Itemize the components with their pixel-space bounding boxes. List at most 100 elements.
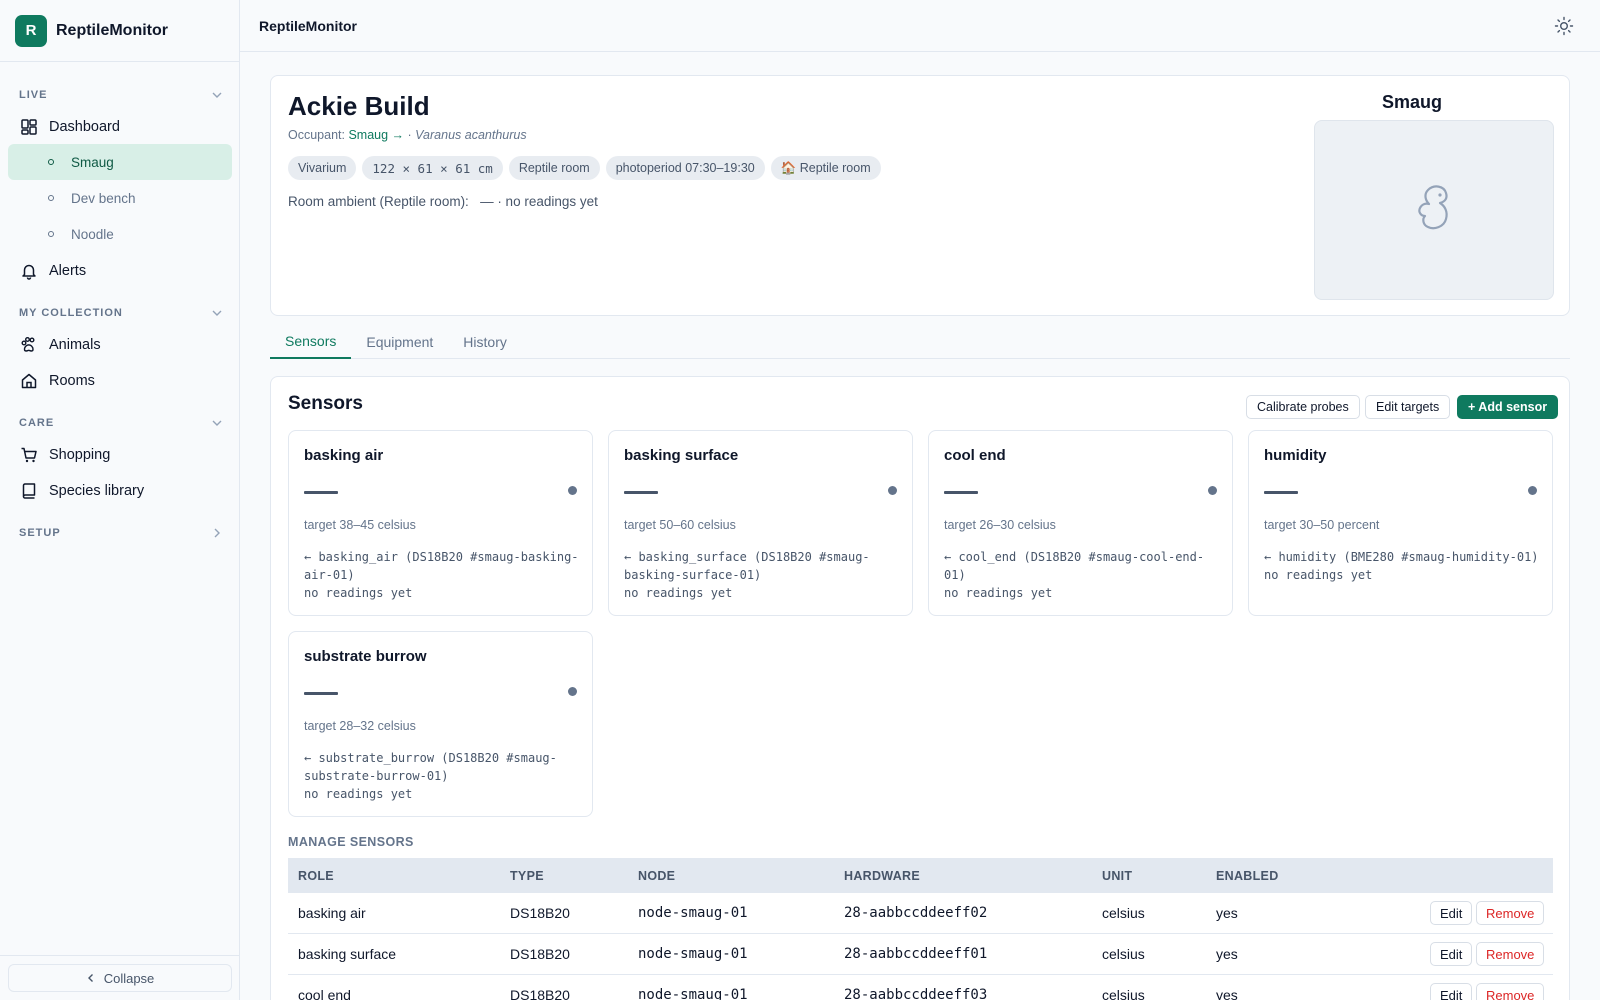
sidebar-item-noodle[interactable]: Noodle	[8, 216, 232, 252]
table-row: cool end DS18B20 node-smaug-01 28-aabbcc…	[288, 975, 1553, 1000]
column-header: NODE	[638, 868, 676, 883]
sensor-target: target 28–32 celsius	[304, 719, 416, 733]
brand[interactable]: R ReptileMonitor	[0, 0, 239, 62]
add-sensor-button[interactable]: + Add sensor	[1457, 395, 1559, 419]
sensor-source: ← humidity (BME280 #smaug-humidity-01) n…	[1264, 548, 1544, 584]
sensor-card[interactable]: basking air target 38–45 celsius ← baski…	[288, 430, 593, 616]
section-my-collection[interactable]: MY COLLECTION	[19, 307, 223, 319]
chevron-right-icon	[214, 528, 220, 538]
section-live[interactable]: LIVE	[19, 89, 223, 101]
section-setup[interactable]: SETUP	[19, 527, 223, 539]
room-ambient: Room ambient (Reptile room): — · no read…	[288, 194, 598, 209]
status-dot	[888, 486, 897, 495]
cell-role: basking surface	[298, 946, 397, 962]
app-name: ReptileMonitor	[56, 21, 168, 39]
cell-unit: celsius	[1102, 905, 1145, 921]
sidebar-item-species-library[interactable]: Species library	[8, 474, 232, 508]
chevron-left-icon	[87, 974, 93, 982]
enclosure-chips: Vivarium 122 × 61 × 61 cm Reptile room p…	[288, 156, 881, 180]
cell-hardware: 28-aabbccddeeff01	[844, 946, 988, 962]
occupant-line: Occupant: Smaug → · Varanus acanthurus	[288, 128, 527, 142]
cell-node: node-smaug-01	[638, 987, 748, 1000]
sensor-card[interactable]: basking surface target 50–60 celsius ← b…	[608, 430, 913, 616]
occupant-link[interactable]: Smaug →	[348, 128, 404, 142]
sensor-target: target 38–45 celsius	[304, 518, 416, 532]
divider	[0, 955, 240, 956]
sensor-card[interactable]: cool end target 26–30 celsius ← cool_end…	[928, 430, 1233, 616]
tab-sensors[interactable]: Sensors	[270, 325, 352, 359]
bullet-icon	[48, 195, 54, 201]
sidebar-item-label: Smaug	[71, 154, 114, 170]
sensor-name: basking air	[304, 447, 384, 464]
sensor-status-text: no readings yet	[304, 586, 413, 600]
sensor-status-text: no readings yet	[1264, 568, 1373, 582]
topbar-title: ReptileMonitor	[259, 17, 357, 34]
table-row: basking air DS18B20 node-smaug-01 28-aab…	[288, 893, 1553, 934]
separator: ·	[404, 128, 416, 142]
sidebar-item-dev-bench[interactable]: Dev bench	[8, 180, 232, 216]
edit-button[interactable]: Edit	[1430, 983, 1473, 1000]
species-name: Varanus acanthurus	[415, 128, 527, 142]
cell-type: DS18B20	[510, 987, 570, 1000]
lizard-icon	[1418, 185, 1448, 230]
animal-photo-placeholder[interactable]	[1314, 120, 1554, 300]
sensor-target: target 30–50 percent	[1264, 518, 1380, 532]
edit-button[interactable]: Edit	[1430, 901, 1473, 925]
bell-icon	[20, 262, 38, 280]
sensor-name: cool end	[944, 447, 1006, 464]
calibrate-probes-button[interactable]: Calibrate probes	[1246, 395, 1360, 419]
sidebar-item-label: Animals	[49, 337, 101, 353]
remove-button[interactable]: Remove	[1476, 901, 1545, 925]
paw-icon	[20, 336, 38, 354]
section-care[interactable]: CARE	[19, 417, 223, 429]
chevron-down-icon	[212, 310, 222, 316]
sidebar-item-smaug[interactable]: Smaug	[8, 144, 232, 180]
tab-history[interactable]: History	[448, 325, 522, 359]
sun-icon[interactable]	[1554, 16, 1574, 36]
column-header: HARDWARE	[844, 868, 921, 883]
tab-bar: Sensors Equipment History	[270, 325, 1570, 359]
tab-equipment[interactable]: Equipment	[351, 325, 448, 359]
sidebar: R ReptileMonitor LIVE Dashboard Smaug De…	[0, 0, 240, 1000]
sensor-name: substrate burrow	[304, 648, 427, 665]
remove-button[interactable]: Remove	[1476, 942, 1545, 966]
cell-role: cool end	[298, 987, 351, 1000]
sidebar-item-alerts[interactable]: Alerts	[8, 254, 232, 288]
cell-role: basking air	[298, 905, 366, 921]
chip-dimensions: 122 × 61 × 61 cm	[362, 156, 503, 180]
sensor-source-text: ← cool_end (DS18B20 #smaug-cool-end-01)	[944, 550, 1205, 582]
sidebar-item-animals[interactable]: Animals	[8, 328, 232, 362]
sidebar-item-dashboard[interactable]: Dashboard	[8, 110, 232, 144]
sensor-source-text: ← substrate_burrow (DS18B20 #smaug-subst…	[304, 751, 557, 783]
column-header: UNIT	[1102, 868, 1133, 883]
sensor-name: humidity	[1264, 447, 1327, 464]
sidebar-item-shopping[interactable]: Shopping	[8, 438, 232, 472]
sidebar-item-label: Noodle	[71, 226, 114, 242]
chip-room-link[interactable]: 🏠 Reptile room	[770, 156, 881, 180]
status-dot	[568, 486, 577, 495]
sensors-panel: Sensors Calibrate probes Edit targets + …	[270, 376, 1570, 1000]
sidebar-item-label: Dashboard	[49, 119, 120, 135]
section-setup-label: SETUP	[19, 527, 61, 539]
collapse-sidebar-button[interactable]: Collapse	[8, 964, 232, 992]
bullet-icon	[48, 231, 54, 237]
reading-placeholder	[304, 491, 338, 494]
sensor-card[interactable]: substrate burrow target 28–32 celsius ← …	[288, 631, 593, 817]
chip-room: Reptile room	[508, 156, 600, 180]
reading-placeholder	[304, 692, 338, 695]
edit-button[interactable]: Edit	[1430, 942, 1473, 966]
dashboard-icon	[20, 118, 38, 136]
table-header: ROLE TYPE NODE HARDWARE UNIT ENABLED	[288, 858, 1553, 893]
edit-targets-button[interactable]: Edit targets	[1365, 395, 1451, 419]
sidebar-item-rooms[interactable]: Rooms	[8, 364, 232, 398]
chip-photoperiod: photoperiod 07:30–19:30	[605, 156, 765, 180]
status-dot	[1208, 486, 1217, 495]
cell-node: node-smaug-01	[638, 905, 748, 921]
cell-enabled: yes	[1216, 987, 1238, 1000]
remove-button[interactable]: Remove	[1476, 983, 1545, 1000]
cell-hardware: 28-aabbccddeeff03	[844, 987, 988, 1000]
reading-placeholder	[624, 491, 658, 494]
reading-placeholder	[1264, 491, 1298, 494]
sensor-card[interactable]: humidity target 30–50 percent ← humidity…	[1248, 430, 1553, 616]
chevron-down-icon	[212, 92, 222, 98]
